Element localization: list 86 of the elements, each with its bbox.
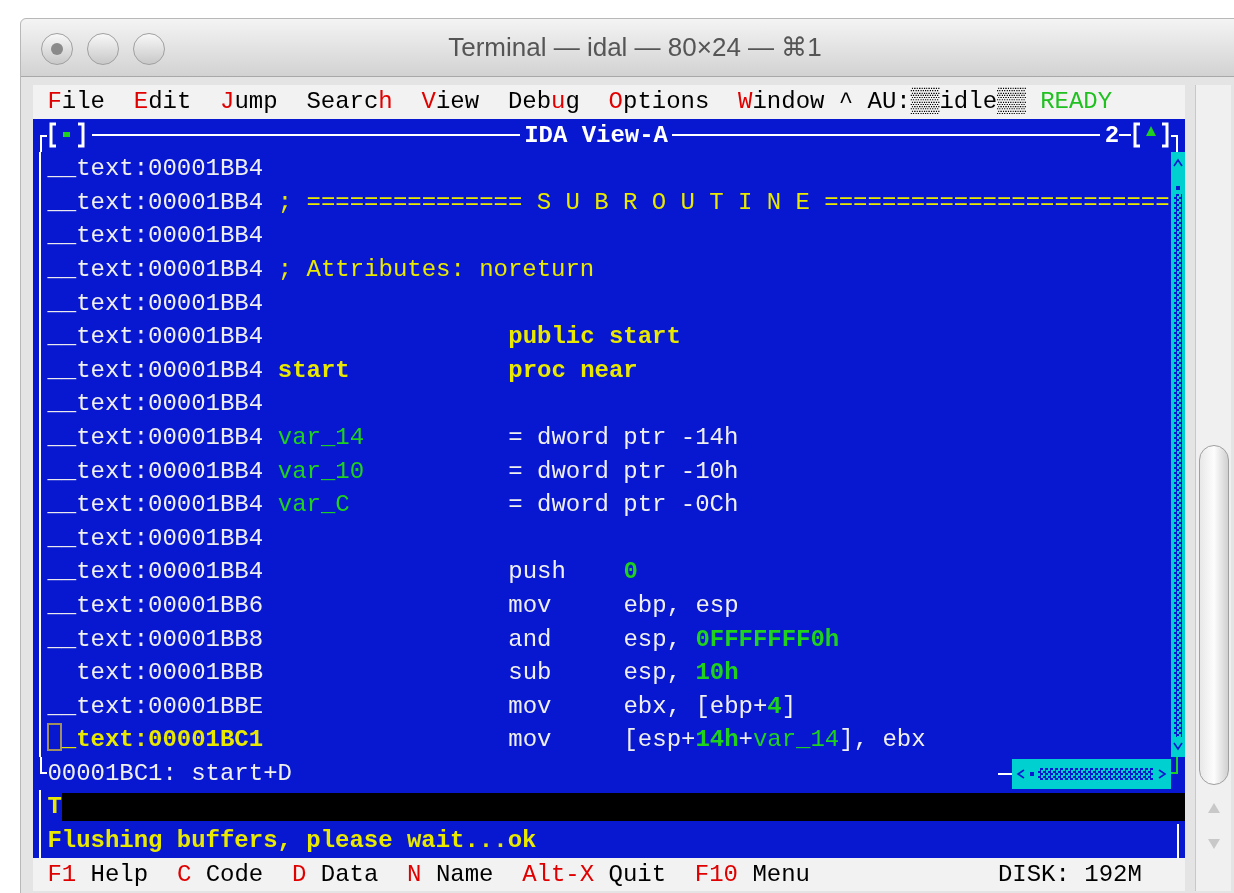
address-text: __text:00001BBE xyxy=(47,691,264,722)
operand-text: 4 xyxy=(767,691,782,722)
label-text: var_14 xyxy=(277,422,365,453)
address-text: __text:00001BB4 xyxy=(47,389,264,420)
directive-text: = dword ptr -10h xyxy=(508,456,739,487)
comment-text: ; =============== S U B R O U T I N E ======================== xyxy=(277,187,1170,218)
label-text: var_10 xyxy=(277,456,365,487)
location-text: 00001BC1: start+D xyxy=(47,758,292,789)
operand-text: esp, xyxy=(623,624,682,655)
minimize-button[interactable] xyxy=(87,33,119,65)
menu-item[interactable]: Window xyxy=(738,85,825,119)
address-text: __text:00001BB4 xyxy=(47,288,264,319)
address-text: __text:00001BB4 xyxy=(47,456,264,487)
scroll-thumb-icon xyxy=(1030,771,1035,776)
operand-text: 0FFFFFFF0h xyxy=(695,624,840,655)
operand-text: + xyxy=(738,725,753,756)
address-text: __text:00001BB4 xyxy=(47,557,264,588)
mnemonic-text: sub xyxy=(508,658,552,689)
disk-status: DISK: 192M xyxy=(997,859,1142,890)
scroll-thumb-icon xyxy=(1175,186,1180,191)
mnemonic-text: mov xyxy=(508,691,552,722)
directive-text: public start xyxy=(508,322,681,353)
cursor-icon xyxy=(47,723,62,752)
window-title: Terminal — idal — 80×24 — ⌘1 xyxy=(448,31,822,64)
address-text: __text:00001BB6 xyxy=(47,590,264,621)
address-text: __text:00001BB4 xyxy=(47,355,264,386)
menu-item[interactable]: Options xyxy=(608,85,710,119)
menu-item[interactable]: Jump xyxy=(220,85,278,119)
operand-text: ebp, esp xyxy=(623,590,739,621)
prompt-text: T xyxy=(47,792,62,823)
menu-item[interactable]: Search xyxy=(306,85,393,119)
comment-text: ; Attributes: noreturn xyxy=(277,254,595,285)
label-text: var_C xyxy=(277,490,350,521)
address-text: __text:00001BB4 xyxy=(47,187,264,218)
directive-text: = dword ptr -0Ch xyxy=(508,490,739,521)
mnemonic-text: mov xyxy=(508,725,552,756)
shortcut-hint[interactable]: F10 Menu xyxy=(694,857,810,892)
operand-text: 0 xyxy=(623,557,638,588)
ready-status: READY xyxy=(1040,87,1113,117)
address-text: text:00001BBB xyxy=(75,658,264,689)
command-input[interactable] xyxy=(61,793,1185,822)
operand-text: [esp+ xyxy=(623,725,696,756)
operand-text: 10h xyxy=(695,658,739,689)
address-text: __text:00001BB4 xyxy=(47,422,264,453)
directive-text: proc near xyxy=(508,355,638,386)
up-arrow-icon[interactable] xyxy=(1205,801,1222,815)
window-scrollbar[interactable] xyxy=(1195,85,1231,891)
operand-text: ] xyxy=(781,691,797,722)
down-arrow-icon[interactable] xyxy=(1205,837,1222,851)
shortcut-hint[interactable]: C Code xyxy=(176,857,264,892)
output-message: Flushing buffers, please wait...ok xyxy=(47,826,538,857)
horizontal-scrollbar[interactable] xyxy=(1012,758,1171,789)
address-text: __text:00001BB8 xyxy=(47,624,264,655)
close-view-button[interactable] xyxy=(47,121,88,150)
vertical-scrollbar[interactable] xyxy=(1170,152,1185,757)
analysis-status: ^ AU:▒▒idle▒▒ xyxy=(838,86,1026,117)
operand-text: esp, xyxy=(623,658,682,689)
window-number: 2 xyxy=(1104,120,1120,151)
address-text: __text:00001BB4 xyxy=(47,523,264,554)
menu-item[interactable]: View xyxy=(421,85,480,119)
address-text: __text:00001BB4 xyxy=(47,254,264,285)
menu-item[interactable]: Edit xyxy=(133,85,192,119)
frame-corner xyxy=(1170,756,1178,774)
address-text: __text:00001BB4 xyxy=(47,221,264,252)
label-text: start xyxy=(277,355,350,386)
shortcut-hint[interactable]: D Data xyxy=(292,857,379,892)
shortcut-hint[interactable]: Alt-X Quit xyxy=(522,857,667,892)
operand-text: ], ebx xyxy=(839,725,926,756)
scroll-thumb[interactable] xyxy=(1198,445,1229,785)
mnemonic-text: push xyxy=(508,557,566,588)
shortcut-hint[interactable]: F1 Help xyxy=(47,857,149,892)
address-text: __text:00001BB4 xyxy=(47,490,264,521)
zoom-button[interactable] xyxy=(133,33,165,65)
operand-text: 14h xyxy=(695,725,739,756)
operand-text: ebx, [ebp+ xyxy=(623,691,768,722)
mnemonic-text: mov xyxy=(508,590,552,621)
operand-text: var_14 xyxy=(752,725,840,756)
address-text: __text:00001BB4 xyxy=(47,154,264,185)
close-button[interactable] xyxy=(41,33,73,65)
menu-item[interactable]: Debug xyxy=(507,85,580,119)
mnemonic-text: and xyxy=(508,624,552,655)
address-text: __text:00001BB4 xyxy=(47,322,264,353)
shortcut-hint[interactable]: N Name xyxy=(407,857,494,892)
menu-item[interactable]: File xyxy=(47,85,105,119)
view-title: IDA View-A xyxy=(524,120,668,151)
directive-text: = dword ptr -14h xyxy=(508,422,739,453)
